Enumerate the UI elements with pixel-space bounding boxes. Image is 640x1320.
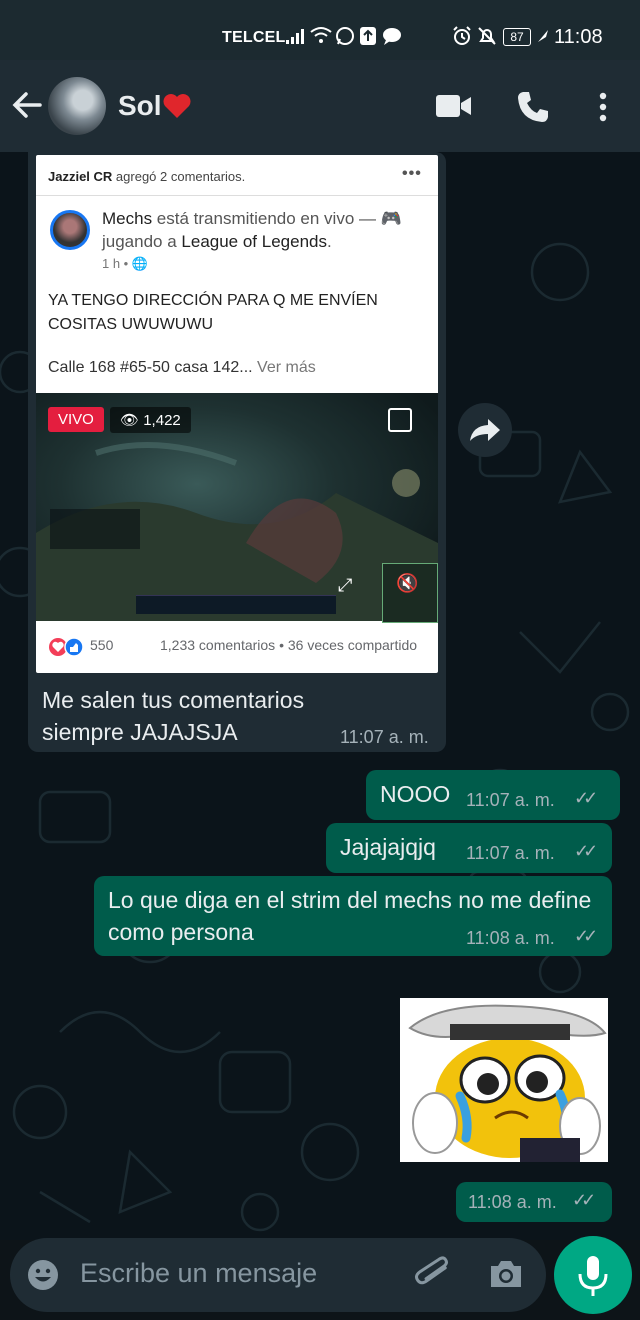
voice-message-button[interactable] (554, 1236, 632, 1314)
status-bar: TELCEL 87 11:08 (0, 0, 640, 60)
outgoing-message-text: NOOO (380, 781, 451, 807)
contact-avatar[interactable] (48, 77, 106, 135)
microphone-icon (578, 1256, 608, 1296)
eye-icon: 👁 (120, 412, 140, 429)
divider (36, 195, 438, 196)
double-check-icon: ✓✓ (574, 926, 598, 946)
expand-icon[interactable]: ⤢ (338, 575, 352, 596)
outgoing-message-bubble[interactable]: Jajajajqjq 11:07 a. m. ✓✓ (326, 823, 612, 873)
outgoing-message-bubble[interactable]: Lo que diga en el strim del mechs no me … (94, 876, 612, 956)
double-check-icon: ✓✓ (572, 1190, 596, 1210)
status-time: 11:08 (554, 26, 603, 48)
incoming-message-time: 11:07 a. m. (340, 727, 429, 747)
outgoing-message-time: 11:08 a. m. (466, 928, 555, 948)
author-avatar[interactable] (50, 210, 90, 250)
battery-indicator: 87 (503, 28, 531, 46)
post-time: 1 h • (102, 256, 129, 271)
outgoing-message-time: 11:07 a. m. (466, 790, 555, 810)
outgoing-message-text: Jajajajqjq (340, 834, 436, 860)
post-meta: 1 h • 🌐 (102, 256, 148, 272)
reaction-icons (48, 637, 88, 662)
alarm-icon (453, 26, 471, 45)
minimize-video-icon[interactable] (388, 408, 412, 432)
signal-icon (286, 29, 304, 44)
mute-video-icon[interactable]: 🔇 (396, 573, 418, 594)
incoming-message-text: Me salen tus comentarios siempre JAJAJSJ… (42, 687, 305, 745)
mute-notifications-icon (478, 27, 496, 45)
attach-icon[interactable] (414, 1256, 454, 1292)
more-options-icon[interactable] (597, 92, 609, 122)
comments-shares: 1,233 comentarios • 36 veces compartido (160, 637, 418, 653)
sticker-image[interactable] (400, 998, 608, 1162)
sticker-time-bubble: 11:08 a. m. ✓✓ (456, 1182, 612, 1222)
double-check-icon: ✓✓ (574, 841, 598, 861)
post-address: Calle 168 #65-50 casa 142... (48, 359, 253, 376)
contact-name-text: Sol (118, 90, 162, 121)
emoji-icon[interactable] (26, 1258, 60, 1292)
upload-notif-icon (360, 27, 376, 45)
game-name[interactable]: League of Legends (181, 232, 327, 251)
double-check-icon: ✓✓ (574, 788, 598, 808)
viewer-count-value: 1,422 (143, 412, 181, 429)
outgoing-message-bubble[interactable]: NOOO 11:07 a. m. ✓✓ (366, 770, 620, 820)
game-hud (136, 595, 336, 614)
crying-emoji-sticker (408, 1004, 607, 1162)
wifi-icon (310, 27, 332, 43)
forward-icon (470, 419, 500, 441)
voice-call-icon[interactable] (516, 90, 550, 124)
forward-button[interactable] (458, 403, 512, 457)
see-more-link[interactable]: Ver más (257, 359, 316, 376)
viewer-count: 👁 1,422 (110, 407, 191, 433)
outgoing-message-time: 11:07 a. m. (466, 843, 555, 863)
heart-emoji-icon (163, 94, 191, 118)
whatsapp-notif-icon (336, 27, 354, 45)
reaction-count: 550 (90, 637, 114, 653)
video-call-icon[interactable] (436, 94, 472, 118)
back-arrow-icon[interactable] (10, 88, 44, 122)
facebook-shared-post[interactable]: Jazziel CR agregó 2 comentarios. ••• Mec… (36, 155, 438, 673)
camera-icon[interactable] (488, 1258, 524, 1290)
sticker-message-time: 11:08 a. m. (468, 1192, 557, 1212)
message-notif-icon (383, 28, 401, 45)
carrier-label: TELCEL (222, 29, 286, 46)
charging-icon (538, 30, 548, 42)
contact-name[interactable]: Sol (118, 90, 192, 122)
post-text: YA TENGO DIRECCIÓN PARA Q ME ENVÍEN COSI… (48, 292, 378, 333)
added-comments-text: agregó 2 comentarios. (112, 169, 246, 184)
post-address-line: Calle 168 #65-50 casa 142... Ver más (48, 359, 316, 377)
post-author[interactable]: Mechs (102, 209, 152, 228)
activity-end: . (327, 232, 332, 251)
post-options-icon[interactable]: ••• (402, 165, 422, 183)
post-activity-line: Mechs está transmitiendo en vivo — 🎮 jug… (102, 207, 432, 253)
globe-icon: 🌐 (131, 256, 149, 271)
message-input[interactable]: Escribe un mensaje (80, 1258, 317, 1289)
commenter-name: Jazziel CR (48, 169, 113, 184)
post-added-comments-line: Jazziel CR agregó 2 comentarios. (48, 169, 245, 184)
live-badge: VIVO (48, 407, 104, 432)
